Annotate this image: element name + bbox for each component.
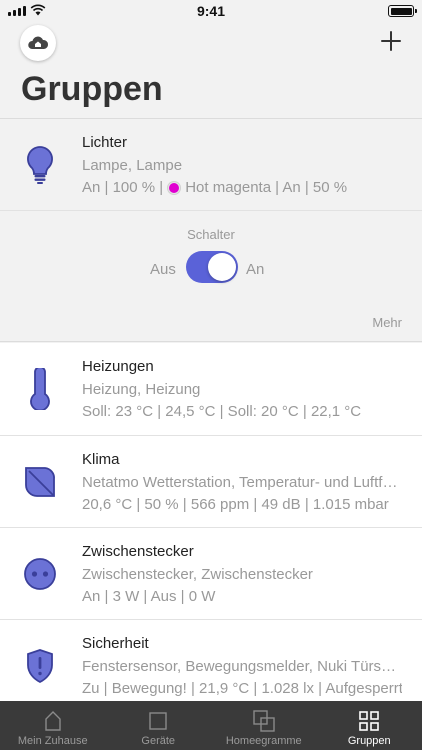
group-devices: Heizung, Heizung (82, 381, 201, 398)
switch-label: Schalter (187, 227, 235, 242)
group-state: An | 3 W | Aus | 0 W (82, 588, 216, 605)
tab-geraete[interactable]: Geräte (106, 701, 212, 750)
tab-label: Gruppen (347, 735, 391, 747)
leaf-icon (22, 462, 58, 502)
divider (0, 210, 422, 211)
tab-bar: Mein Zuhause Geräte Homeegramme Gruppen (0, 701, 422, 750)
bulb-icon (22, 145, 58, 185)
group-row-lichter[interactable]: Lichter Lampe, Lampe An | 100 % | Hot ma… (0, 119, 422, 211)
group-state: 20,6 °C | 50 % | 566 ppm | 49 dB | 1.015… (82, 496, 389, 513)
group-list: Heizungen Heizung, Heizung Soll: 23 °C |… (0, 343, 422, 701)
group-name: Sicherheit (82, 635, 149, 652)
tab-label: Mein Zuhause (17, 735, 88, 747)
status-bar: 9:41 (0, 0, 422, 22)
group-name: Klima (82, 451, 120, 468)
color-swatch (168, 181, 181, 194)
home-cloud-button[interactable] (20, 25, 56, 61)
tab-label: Homeegramme (225, 735, 302, 747)
group-name: Heizungen (82, 358, 154, 375)
page-title: Gruppen (21, 70, 163, 108)
plug-icon (22, 554, 58, 594)
state-text-after: | An | 50 % (275, 179, 348, 196)
status-time: 9:41 (196, 3, 226, 19)
group-name: Zwischenstecker (82, 543, 194, 560)
square-icon (149, 712, 167, 730)
power-toggle[interactable] (186, 251, 238, 283)
shield-icon (22, 646, 58, 686)
toggle-knob (208, 253, 236, 281)
color-name: Hot magenta (185, 179, 272, 196)
group-devices: Fenstersensor, Bewegungsmelder, Nuki Tür… (82, 658, 402, 675)
group-row-heizungen[interactable]: Heizungen Heizung, Heizung Soll: 23 °C |… (0, 343, 422, 435)
cloud-home-icon (28, 36, 49, 49)
group-row-zwischenstecker[interactable]: Zwischenstecker Zwischenstecker, Zwische… (0, 528, 422, 620)
tab-label: Geräte (141, 735, 176, 747)
group-state: Zu | Bewegung! | 21,9 °C | 1.028 lx | Au… (82, 680, 402, 697)
battery-icon (388, 5, 417, 17)
state-text-before: An | 100 % | (82, 179, 164, 196)
switch-on-label: An (246, 261, 265, 278)
add-icon[interactable] (380, 30, 402, 52)
group-devices: Lampe, Lampe (82, 157, 183, 174)
group-state: Soll: 23 °C | 24,5 °C | Soll: 20 °C | 22… (82, 403, 362, 420)
grid-icon (359, 711, 380, 731)
group-state: An | 100 % | Hot magenta | An | 50 % (82, 179, 402, 196)
tab-homeegramme[interactable]: Homeegramme (211, 701, 317, 750)
switch-off-label: Aus (150, 261, 176, 278)
tab-mein-zuhause[interactable]: Mein Zuhause (0, 701, 106, 750)
group-devices: Netatmo Wetterstation, Temperatur- und L… (82, 474, 402, 491)
group-card-lichter[interactable]: Lichter Lampe, Lampe An | 100 % | Hot ma… (0, 118, 422, 342)
house-icon (45, 711, 61, 731)
group-row-klima[interactable]: Klima Netatmo Wetterstation, Temperatur-… (0, 436, 422, 528)
overlapping-squares-icon (253, 710, 275, 732)
group-name: Lichter (82, 134, 128, 151)
thermometer-icon (22, 368, 58, 410)
group-row-sicherheit[interactable]: Sicherheit Fenstersensor, Bewegungsmelde… (0, 620, 422, 701)
more-link[interactable]: Mehr (372, 315, 402, 330)
group-devices: Zwischenstecker, Zwischenstecker (82, 566, 313, 583)
tab-gruppen[interactable]: Gruppen (317, 701, 422, 750)
